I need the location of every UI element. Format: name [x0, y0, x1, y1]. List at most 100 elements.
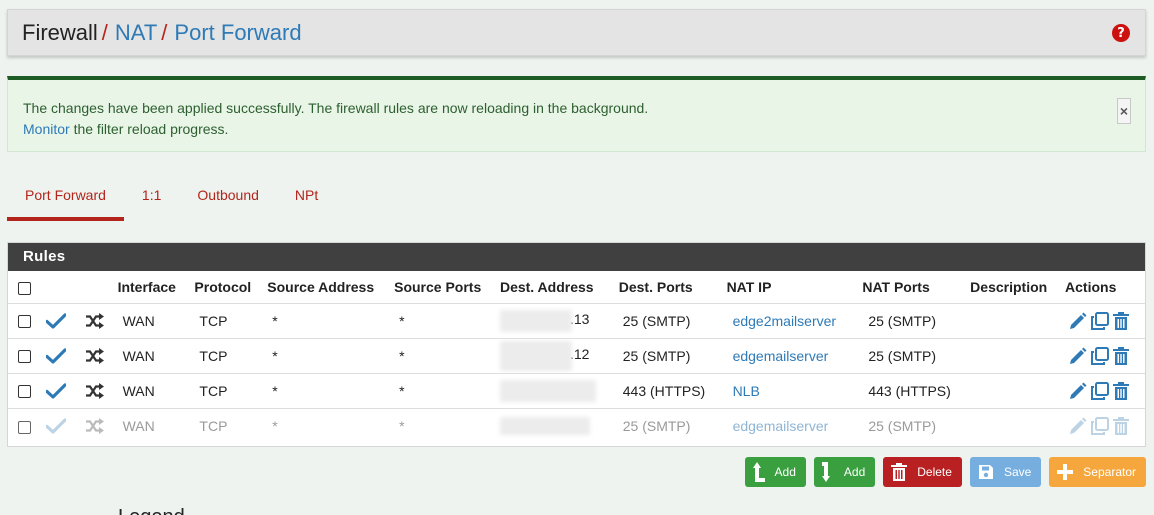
check-icon[interactable]: [45, 313, 66, 329]
nat-ip-link[interactable]: edge2mailserver: [733, 313, 837, 329]
tab-npt[interactable]: NPt: [277, 178, 336, 221]
cell-source-address: *: [267, 302, 395, 338]
add-bottom-button[interactable]: Add: [813, 457, 876, 487]
cell-dest-address: [499, 372, 619, 408]
row-checkbox[interactable]: [18, 385, 31, 399]
check-icon[interactable]: [45, 383, 66, 399]
save-button[interactable]: Save: [969, 457, 1042, 487]
row-checkbox[interactable]: [18, 350, 31, 364]
table-row[interactable]: WAN TCP * * .12 25 (SMTP) edgemailserver…: [8, 337, 1145, 373]
add-bottom-label: Add: [843, 465, 866, 479]
cell-description: [970, 372, 1066, 408]
trash-icon[interactable]: [1112, 346, 1129, 365]
col-source-address[interactable]: Source Address: [267, 271, 394, 303]
save-label: Save: [1003, 465, 1032, 479]
pencil-icon[interactable]: [1069, 382, 1087, 400]
nat-ip-link[interactable]: NLB: [733, 383, 760, 399]
cell-nat-ports: 25 (SMTP): [862, 337, 971, 373]
cell-source-ports: *: [394, 337, 500, 373]
cell-protocol: TCP: [194, 302, 268, 338]
copy-icon[interactable]: [1090, 346, 1109, 365]
col-dest-address[interactable]: Dest. Address: [500, 271, 619, 303]
action-buttons: Add Add Delete Save Separator: [744, 457, 1146, 487]
trash-icon[interactable]: [1112, 311, 1129, 330]
close-icon[interactable]: ×: [1117, 98, 1131, 124]
col-protocol[interactable]: Protocol: [194, 271, 267, 303]
shuffle-icon: [85, 383, 104, 400]
col-nat-ip[interactable]: NAT IP: [727, 271, 863, 303]
breadcrumb: Firewall / NAT / Port Forward ?: [7, 9, 1146, 56]
table-header-row: Interface Protocol Source Address Source…: [8, 271, 1145, 303]
help-icon[interactable]: ?: [1112, 24, 1130, 42]
breadcrumb-port-forward[interactable]: Port Forward: [174, 20, 301, 46]
rules-table: Interface Protocol Source Address Source…: [8, 271, 1145, 443]
cell-interface: WAN: [117, 337, 195, 373]
add-separator-button[interactable]: Separator: [1049, 457, 1146, 487]
tab-one-to-one[interactable]: 1:1: [124, 178, 179, 221]
success-alert: The changes have been applied successful…: [7, 76, 1146, 152]
add-top-button[interactable]: Add: [744, 457, 806, 487]
cell-protocol: TCP: [194, 407, 268, 443]
col-source-ports[interactable]: Source Ports: [394, 271, 500, 303]
breadcrumb-nat[interactable]: NAT: [115, 20, 157, 46]
shuffle-icon: [85, 418, 104, 435]
select-all-checkbox[interactable]: [18, 281, 31, 295]
copy-icon[interactable]: [1090, 416, 1109, 435]
check-icon[interactable]: [45, 348, 66, 364]
check-icon[interactable]: [45, 418, 66, 434]
row-checkbox[interactable]: [18, 315, 31, 329]
table-row[interactable]: WAN TCP * * .13 25 (SMTP) edge2mailserve…: [8, 302, 1145, 338]
copy-icon[interactable]: [1090, 381, 1109, 400]
plus-icon: [1057, 464, 1074, 480]
save-icon: [978, 465, 993, 479]
trash-icon[interactable]: [1112, 381, 1129, 400]
cell-source-ports: *: [394, 372, 500, 408]
add-top-label: Add: [774, 465, 796, 479]
nat-tabs: Port Forward 1:1 Outbound NPt: [7, 178, 336, 221]
table-row[interactable]: WAN TCP * * 25 (SMTP) edgemailserver 25 …: [8, 407, 1145, 443]
monitor-link[interactable]: Monitor: [23, 121, 70, 137]
cell-source-ports: *: [394, 407, 500, 443]
pencil-icon[interactable]: [1069, 312, 1087, 330]
breadcrumb-firewall: Firewall: [22, 19, 98, 45]
copy-icon[interactable]: [1090, 311, 1109, 330]
arrow-down-icon: [821, 462, 830, 482]
col-dest-ports[interactable]: Dest. Ports: [619, 271, 727, 303]
alert-line-1: The changes have been applied successful…: [23, 100, 649, 116]
cell-source-address: *: [267, 407, 395, 443]
tab-outbound[interactable]: Outbound: [179, 178, 277, 221]
breadcrumb-separator: /: [161, 19, 168, 45]
redacted-address: [499, 340, 572, 371]
cell-interface: WAN: [117, 407, 195, 443]
cell-dest-address: [499, 407, 619, 443]
cell-protocol: TCP: [194, 337, 268, 373]
cell-protocol: TCP: [194, 372, 268, 408]
trash-icon[interactable]: [1112, 416, 1129, 435]
redacted-address: [499, 309, 572, 332]
row-checkbox[interactable]: [18, 420, 31, 434]
cell-description: [970, 337, 1066, 373]
nat-ip-link[interactable]: edgemailserver: [733, 418, 829, 434]
dest-address-suffix: .13: [569, 311, 590, 328]
redacted-address: [499, 416, 590, 435]
pencil-icon[interactable]: [1069, 347, 1087, 365]
col-description[interactable]: Description: [970, 271, 1065, 303]
col-interface[interactable]: Interface: [118, 271, 195, 303]
pencil-icon[interactable]: [1069, 417, 1087, 435]
breadcrumb-separator: /: [101, 19, 108, 45]
cell-dest-ports: 25 (SMTP): [618, 337, 727, 373]
delete-label: Delete: [917, 465, 952, 479]
col-nat-ports[interactable]: NAT Ports: [862, 271, 970, 303]
cell-source-ports: *: [394, 302, 500, 338]
cell-nat-ports: 443 (HTTPS): [862, 372, 971, 408]
table-row[interactable]: WAN TCP * * 443 (HTTPS) NLB 443 (HTTPS): [8, 372, 1145, 408]
cell-description: [970, 407, 1066, 443]
alert-line-2: Monitor the filter reload progress.: [23, 119, 1130, 140]
tab-port-forward[interactable]: Port Forward: [7, 178, 124, 221]
rules-panel: Rules Interface Protocol Source Address …: [7, 242, 1146, 447]
delete-button[interactable]: Delete: [883, 457, 962, 487]
cell-dest-address: .12: [499, 337, 619, 373]
cell-dest-ports: 443 (HTTPS): [618, 372, 727, 408]
arrow-up-icon: [752, 462, 765, 482]
nat-ip-link[interactable]: edgemailserver: [733, 348, 829, 364]
